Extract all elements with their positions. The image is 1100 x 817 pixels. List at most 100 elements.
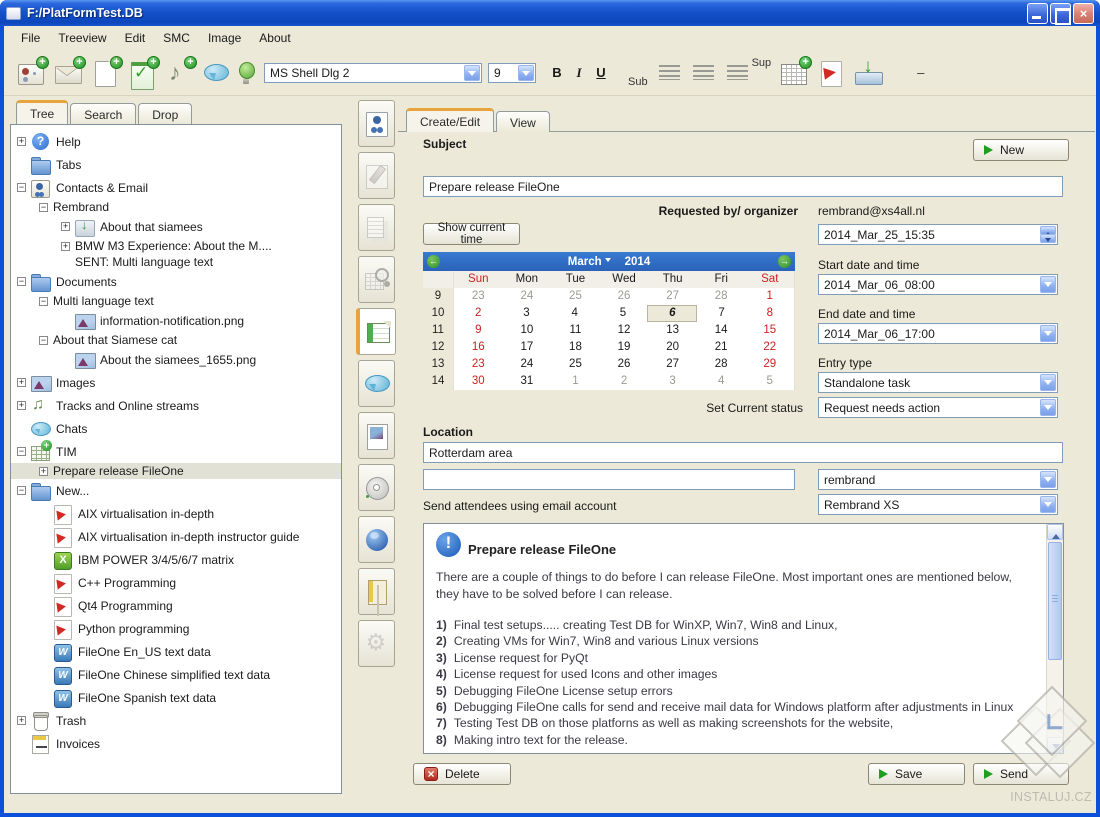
tree-item[interactable]: FileOne En_US text data xyxy=(11,640,341,663)
expander-plus-icon[interactable]: + xyxy=(61,222,70,231)
calendar-day-cell[interactable]: 11 xyxy=(551,322,600,339)
tree-item[interactable]: −Contacts & Email xyxy=(11,176,341,199)
menu-item-file[interactable]: File xyxy=(12,28,49,48)
tree-item[interactable]: −Multi language text xyxy=(11,293,341,309)
maximize-button[interactable] xyxy=(1050,3,1071,24)
chevron-down-icon[interactable] xyxy=(518,65,534,81)
tree-item[interactable]: −Rembrand xyxy=(11,199,341,215)
chevron-down-icon[interactable] xyxy=(1040,496,1056,513)
chat-icon[interactable] xyxy=(203,60,229,86)
tree-item[interactable]: −TIM xyxy=(11,440,341,463)
tree-item[interactable]: +Tracks and Online streams xyxy=(11,394,341,417)
vtab-chat[interactable] xyxy=(358,360,395,407)
tree-item[interactable]: IBM POWER 3/4/5/6/7 matrix xyxy=(11,548,341,571)
align-center-icon[interactable] xyxy=(693,65,714,80)
calendar-day-cell[interactable]: 31 xyxy=(503,373,552,390)
vtab-settings[interactable] xyxy=(358,620,395,667)
attendee-select[interactable]: rembrand xyxy=(818,469,1058,490)
add-email-icon[interactable] xyxy=(55,60,83,86)
tree-item[interactable]: −About that Siamese cat xyxy=(11,332,341,348)
menu-item-edit[interactable]: Edit xyxy=(116,28,155,48)
chevron-down-icon[interactable] xyxy=(1040,276,1056,293)
bulb-icon[interactable] xyxy=(238,60,254,86)
menu-item-smc[interactable]: SMC xyxy=(154,28,199,48)
calendar-day-cell[interactable]: 23 xyxy=(454,356,503,373)
expander-plus-icon[interactable]: + xyxy=(17,401,26,410)
calendar-day-cell[interactable]: 19 xyxy=(600,339,649,356)
send-button[interactable]: Send xyxy=(973,763,1069,785)
vtab-notes[interactable] xyxy=(358,204,395,251)
tree-item[interactable]: Python programming xyxy=(11,617,341,640)
align-right-icon[interactable] xyxy=(727,65,748,80)
tree-item[interactable]: SENT: Multi language text xyxy=(11,254,341,270)
calendar-day-cell[interactable]: 21 xyxy=(697,339,746,356)
calendar-day-cell[interactable]: 3 xyxy=(648,373,697,390)
spin-down-icon[interactable] xyxy=(1040,234,1056,243)
calendar-day-cell[interactable]: 27 xyxy=(648,356,697,373)
tree-item[interactable]: Qt4 Programming xyxy=(11,594,341,617)
tree-item[interactable]: −New... xyxy=(11,479,341,502)
calendar-day-cell[interactable]: 1 xyxy=(745,288,794,305)
bold-button[interactable]: B xyxy=(546,65,568,80)
scroll-down-icon[interactable] xyxy=(1047,737,1063,753)
add-track-icon[interactable] xyxy=(166,60,194,86)
align-left-icon[interactable] xyxy=(659,65,680,80)
end-date-select[interactable]: 2014_Mar_06_17:00 xyxy=(818,323,1058,344)
tree-item[interactable]: −Documents xyxy=(11,270,341,293)
menu-item-about[interactable]: About xyxy=(250,28,299,48)
calendar-day-cell[interactable]: 17 xyxy=(503,339,552,356)
expander-plus-icon[interactable]: + xyxy=(39,467,48,476)
tab-view[interactable]: View xyxy=(496,111,550,132)
close-button[interactable]: × xyxy=(1073,3,1094,24)
calendar-day-cell[interactable]: 8 xyxy=(746,305,794,322)
font-family-select[interactable]: MS Shell Dlg 2 xyxy=(264,63,482,83)
calendar-day-cell[interactable]: 6 xyxy=(647,305,697,322)
start-date-select[interactable]: 2014_Mar_06_08:00 xyxy=(818,274,1058,295)
calendar-day-cell[interactable]: 27 xyxy=(648,288,697,305)
chevron-down-icon[interactable] xyxy=(1040,471,1056,488)
subject-input[interactable] xyxy=(423,176,1063,197)
editor-scrollbar[interactable] xyxy=(1046,524,1063,753)
vtab-edit[interactable] xyxy=(358,152,395,199)
show-current-time-button[interactable]: Show current time xyxy=(423,223,520,245)
add-table-icon[interactable] xyxy=(781,60,809,86)
calendar-day-cell[interactable]: 4 xyxy=(551,305,599,322)
calendar-day-cell[interactable]: 22 xyxy=(745,339,794,356)
subscript-button[interactable]: Sub xyxy=(628,76,648,88)
vtab-image[interactable] xyxy=(358,412,395,459)
expander-minus-icon[interactable]: − xyxy=(39,203,48,212)
expander-minus-icon[interactable]: − xyxy=(17,183,26,192)
tree-item[interactable]: AIX virtualisation in-depth xyxy=(11,502,341,525)
calendar-day-cell[interactable]: 23 xyxy=(454,288,503,305)
delete-button[interactable]: Delete xyxy=(413,763,511,785)
send-account-select[interactable]: Rembrand XS xyxy=(818,494,1058,515)
calendar-day-cell[interactable]: 29 xyxy=(745,356,794,373)
tree-item[interactable]: FileOne Chinese simplified text data xyxy=(11,663,341,686)
current-datetime-spinner[interactable]: 2014_Mar_25_15:35 xyxy=(818,224,1058,245)
status-select[interactable]: Request needs action xyxy=(818,397,1058,418)
menu-item-treeview[interactable]: Treeview xyxy=(49,28,115,48)
tree-item[interactable]: +Images xyxy=(11,371,341,394)
font-size-select[interactable]: 9 xyxy=(488,63,536,83)
tree-item[interactable]: +Prepare release FileOne xyxy=(11,463,341,479)
calendar-day-cell[interactable]: 1 xyxy=(551,373,600,390)
add-task-icon[interactable] xyxy=(129,60,157,86)
tree-item[interactable]: +BMW M3 Experience: About the M.... xyxy=(11,238,341,254)
italic-button[interactable]: I xyxy=(568,65,590,81)
expander-minus-icon[interactable]: − xyxy=(39,336,48,345)
tree-item[interactable]: About the siamees_1655.png xyxy=(11,348,341,371)
expander-plus-icon[interactable]: + xyxy=(17,137,26,146)
calendar-day-cell[interactable]: 26 xyxy=(600,288,649,305)
superscript-button[interactable]: Sup xyxy=(752,57,772,69)
tree-item[interactable]: FileOne Spanish text data xyxy=(11,686,341,709)
calendar-day-cell[interactable]: 26 xyxy=(600,356,649,373)
tree-item[interactable]: +Trash xyxy=(11,709,341,732)
add-contact-icon[interactable] xyxy=(18,60,46,86)
vtab-task[interactable] xyxy=(356,308,396,355)
calendar-day-cell[interactable]: 25 xyxy=(551,288,600,305)
calendar-day-cell[interactable]: 10 xyxy=(503,322,552,339)
expander-minus-icon[interactable]: − xyxy=(39,297,48,306)
calendar-day-cell[interactable]: 12 xyxy=(600,322,649,339)
calendar-day-cell[interactable]: 18 xyxy=(551,339,600,356)
calendar-day-cell[interactable]: 2 xyxy=(600,373,649,390)
